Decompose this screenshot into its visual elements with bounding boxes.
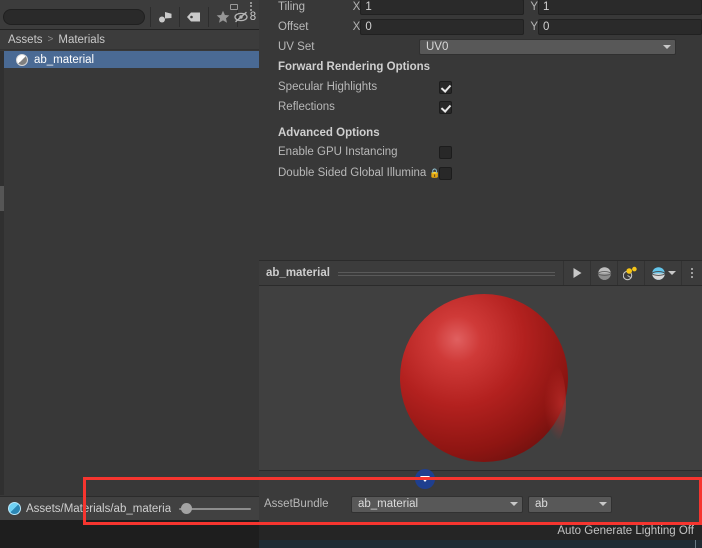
asset-bundle-variant-dropdown[interactable]: ab	[528, 495, 612, 513]
reflections-checkbox[interactable]	[439, 100, 452, 114]
add-asset-icon	[159, 12, 172, 23]
enable-gpu-instancing-checkbox[interactable]	[439, 145, 452, 159]
lock-icon: 🔒	[429, 167, 441, 178]
property-row-tiling: Tiling X Y	[259, 0, 702, 17]
property-row-reflections: Reflections	[259, 97, 702, 117]
uv-set-value: UV0	[426, 41, 449, 53]
offset-y-input[interactable]	[538, 19, 702, 35]
hidden-count-label: 8	[249, 11, 257, 23]
panel-resize-handle[interactable]	[0, 186, 4, 211]
property-row-gpu-instancing: Enable GPU Instancing	[259, 142, 702, 162]
search-input[interactable]	[3, 9, 145, 25]
double-sided-gi-label: Double Sided Global Illumina	[278, 167, 427, 179]
preview-lighting-button[interactable]	[617, 261, 644, 285]
property-row-double-sided-gi: Double Sided Global Illumina 🔒	[259, 163, 702, 183]
asset-list: ab_material	[0, 51, 259, 495]
breadcrumb-root[interactable]: Assets	[8, 34, 43, 46]
tiling-x-axis-label: X	[352, 1, 361, 13]
lighting-status-bar: Auto Generate Lighting Off	[259, 522, 702, 540]
breadcrumb-separator-icon: >	[47, 34, 54, 45]
inspector-panel: Tiling X Y Offset X Y UV Set UV0	[259, 0, 702, 548]
offset-y-axis-label: Y	[530, 21, 538, 33]
property-row-specular-highlights: Specular Highlights	[259, 77, 702, 97]
section-header-forward-rendering: Forward Rendering Options	[278, 61, 431, 73]
material-preview-canvas[interactable]	[259, 286, 702, 470]
asset-bundle-name-dropdown[interactable]: ab_material	[351, 495, 523, 513]
label-filter-button[interactable]	[180, 7, 208, 27]
enable-gpu-instancing-label: Enable GPU Instancing	[278, 146, 398, 158]
play-icon	[573, 268, 581, 278]
double-sided-gi-checkbox[interactable]	[439, 166, 452, 180]
thumbnail-size-slider[interactable]	[179, 503, 251, 514]
sphere-icon	[597, 266, 611, 280]
material-properties: Tiling X Y Offset X Y UV Set UV0	[259, 0, 702, 260]
list-item[interactable]: ab_material	[0, 51, 259, 68]
create-asset-button[interactable]	[151, 7, 179, 27]
lighting-icon	[623, 266, 637, 280]
section-header-advanced-options: Advanced Options	[278, 127, 380, 139]
project-status-bar: Assets/Materials/ab_materia	[0, 496, 259, 520]
star-icon	[216, 10, 230, 23]
asset-name-label: ab_material	[34, 53, 95, 66]
unity-editor-window: 8 Assets > Materials ab_material Assets/…	[0, 0, 702, 548]
preview-render-mode-dropdown[interactable]	[644, 261, 681, 285]
project-toolbar: 8	[0, 0, 259, 30]
tiling-label: Tiling	[278, 1, 306, 13]
eye-off-icon	[234, 11, 248, 23]
preview-sphere-object	[400, 294, 568, 462]
play-preview-button[interactable]	[563, 261, 590, 285]
bottom-strip-edge	[695, 540, 696, 548]
chevron-down-icon	[599, 502, 607, 506]
material-sphere-icon	[8, 502, 21, 515]
sphere-blue-icon	[651, 266, 665, 280]
kebab-menu-icon[interactable]	[245, 1, 256, 12]
chevron-down-badge-icon[interactable]	[415, 469, 435, 489]
window-controls	[229, 0, 256, 12]
asset-bundle-name-value: ab_material	[358, 498, 419, 510]
asset-bundle-section: AssetBundle ab_material ab	[259, 470, 702, 522]
asset-bundle-variant-value: ab	[535, 498, 548, 510]
chevron-down-icon	[667, 271, 676, 275]
breadcrumb: Assets > Materials	[0, 30, 259, 50]
preview-title: ab_material	[266, 267, 330, 279]
offset-label: Offset	[278, 21, 309, 33]
offset-x-axis-label: X	[352, 21, 361, 33]
specular-highlights-label: Specular Highlights	[278, 81, 378, 93]
preview-header: ab_material	[259, 260, 702, 286]
specular-highlights-checkbox[interactable]	[439, 80, 452, 94]
preview-options-menu[interactable]	[681, 261, 702, 285]
material-sphere-icon	[16, 53, 28, 66]
property-row-offset: Offset X Y	[259, 17, 702, 37]
lighting-status-label: Auto Generate Lighting Off	[557, 525, 694, 537]
tag-icon	[187, 12, 200, 22]
tiling-y-axis-label: Y	[530, 1, 538, 13]
project-panel-bottom-fill	[0, 520, 259, 548]
reflections-label: Reflections	[278, 101, 335, 113]
maximize-icon[interactable]	[229, 1, 240, 12]
chevron-down-icon	[663, 45, 671, 49]
uv-set-label: UV Set	[278, 41, 315, 53]
panel-left-edge	[0, 51, 4, 495]
slider-knob[interactable]	[181, 503, 192, 514]
tiling-x-input[interactable]	[360, 0, 525, 15]
asset-bundle-label: AssetBundle	[264, 498, 329, 510]
offset-x-input[interactable]	[360, 19, 525, 35]
chevron-down-icon	[510, 502, 518, 506]
tiling-y-input[interactable]	[538, 0, 702, 15]
project-panel: 8 Assets > Materials ab_material Assets/…	[0, 0, 259, 548]
breadcrumb-current[interactable]: Materials	[58, 34, 105, 46]
kebab-menu-icon	[691, 268, 693, 278]
preview-drag-handle[interactable]	[337, 271, 556, 276]
selected-asset-path: Assets/Materials/ab_materia	[26, 502, 172, 515]
bottom-cut-off-strip	[259, 540, 702, 548]
preview-mesh-button[interactable]	[590, 261, 617, 285]
property-row-uv-set: UV Set UV0	[259, 37, 702, 57]
asset-bundle-row: AssetBundle ab_material ab	[259, 493, 702, 515]
uv-set-dropdown[interactable]: UV0	[419, 39, 676, 55]
